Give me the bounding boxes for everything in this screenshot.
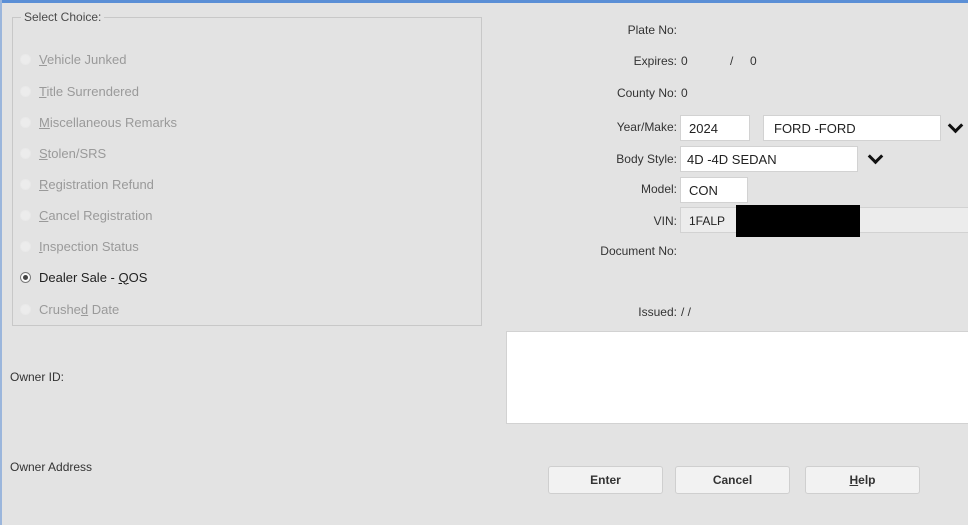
help-label-rest: elp	[858, 473, 876, 487]
window-left-border	[0, 0, 2, 525]
body-style-select[interactable]: 4D -4D SEDAN	[680, 146, 858, 172]
radio-button[interactable]	[20, 147, 31, 159]
body-style-label: Body Style:	[616, 152, 677, 166]
cancel-button[interactable]: Cancel	[675, 466, 790, 494]
label-mnemonic: M	[39, 114, 50, 130]
choice-option-label: Registration Refund	[39, 177, 154, 192]
document-no-label: Document No:	[600, 244, 677, 258]
help-mnemonic: H	[849, 473, 859, 487]
choice-option[interactable]: Dealer Sale - QOS	[20, 266, 147, 288]
year-input[interactable]: 2024	[680, 115, 750, 141]
owner-id-textarea[interactable]	[506, 331, 968, 424]
model-input[interactable]: CON	[680, 177, 748, 203]
make-dropdown-button[interactable]	[942, 115, 968, 141]
choice-option-label: Inspection Status	[39, 239, 139, 254]
select-choice-legend: Select Choice:	[24, 10, 102, 24]
year-make-label: Year/Make:	[616, 120, 677, 134]
county-no-value: 0	[681, 86, 688, 100]
label-text: nspection Status	[42, 238, 139, 254]
label-text: ehicle Junked	[46, 51, 127, 67]
radio-button[interactable]	[20, 116, 31, 128]
label-text: ancel Registration	[48, 207, 153, 223]
label-text: tolen/SRS	[47, 145, 107, 161]
choice-option[interactable]: Stolen/SRS	[20, 142, 106, 164]
radio-button[interactable]	[20, 53, 31, 65]
county-no-label: County No:	[616, 86, 677, 100]
window-top-border	[0, 0, 968, 3]
radio-button[interactable]	[20, 303, 31, 315]
expires-month: 0	[681, 54, 688, 68]
radio-button[interactable]	[20, 209, 31, 221]
vin-label: VIN:	[653, 214, 677, 228]
choice-option[interactable]: Miscellaneous Remarks	[20, 111, 177, 133]
issued-value: / /	[681, 305, 692, 319]
choice-option[interactable]: Crushed Date	[20, 298, 119, 320]
choice-option[interactable]: Cancel Registration	[20, 204, 152, 226]
choice-option[interactable]: Inspection Status	[20, 235, 139, 257]
expires-label: Expires:	[633, 54, 677, 68]
label-mnemonic: V	[39, 51, 47, 67]
label-text: itle Surrendered	[46, 83, 139, 99]
choice-option[interactable]: Title Surrendered	[20, 80, 139, 102]
label-text: Date	[88, 301, 120, 317]
label-text: Crushe	[39, 301, 81, 317]
label-text: OS	[128, 269, 148, 285]
choice-option[interactable]: Registration Refund	[20, 173, 154, 195]
owner-id-label: Owner ID:	[10, 370, 65, 384]
choice-option-label: Stolen/SRS	[39, 146, 106, 161]
body-style-dropdown-button[interactable]	[862, 146, 888, 172]
plate-no-label: Plate No:	[627, 23, 677, 37]
radio-button-selected[interactable]	[20, 271, 31, 283]
enter-button[interactable]: Enter	[548, 466, 663, 494]
chevron-down-icon	[867, 148, 883, 165]
expires-separator: /	[730, 54, 734, 68]
issued-label: Issued:	[638, 305, 677, 319]
label-mnemonic: C	[39, 207, 49, 223]
choice-option-label: Vehicle Junked	[39, 52, 126, 67]
choice-option-label: Cancel Registration	[39, 208, 152, 223]
label-mnemonic: R	[39, 176, 49, 192]
label-text: Dealer Sale -	[39, 269, 119, 285]
radio-button[interactable]	[20, 85, 31, 97]
label-text: egistration Refund	[48, 176, 154, 192]
help-button[interactable]: Help	[805, 466, 920, 494]
make-select[interactable]: FORD -FORD	[763, 115, 941, 141]
choice-option-label: Crushed Date	[39, 302, 119, 317]
expires-year: 0	[750, 54, 757, 68]
radio-button[interactable]	[20, 178, 31, 190]
choice-option-label: Miscellaneous Remarks	[39, 115, 177, 130]
choice-option-label: Dealer Sale - QOS	[39, 270, 147, 285]
chevron-down-icon	[947, 117, 963, 134]
choice-option-label: Title Surrendered	[39, 84, 139, 99]
choice-option[interactable]: Vehicle Junked	[20, 48, 126, 70]
label-mnemonic: S	[39, 145, 48, 161]
owner-address-label: Owner Address	[10, 460, 93, 474]
vin-redaction	[736, 205, 860, 237]
radio-button[interactable]	[20, 240, 31, 252]
model-label: Model:	[640, 182, 677, 196]
label-text: iscellaneous Remarks	[49, 114, 178, 130]
label-mnemonic: Q	[118, 269, 129, 285]
